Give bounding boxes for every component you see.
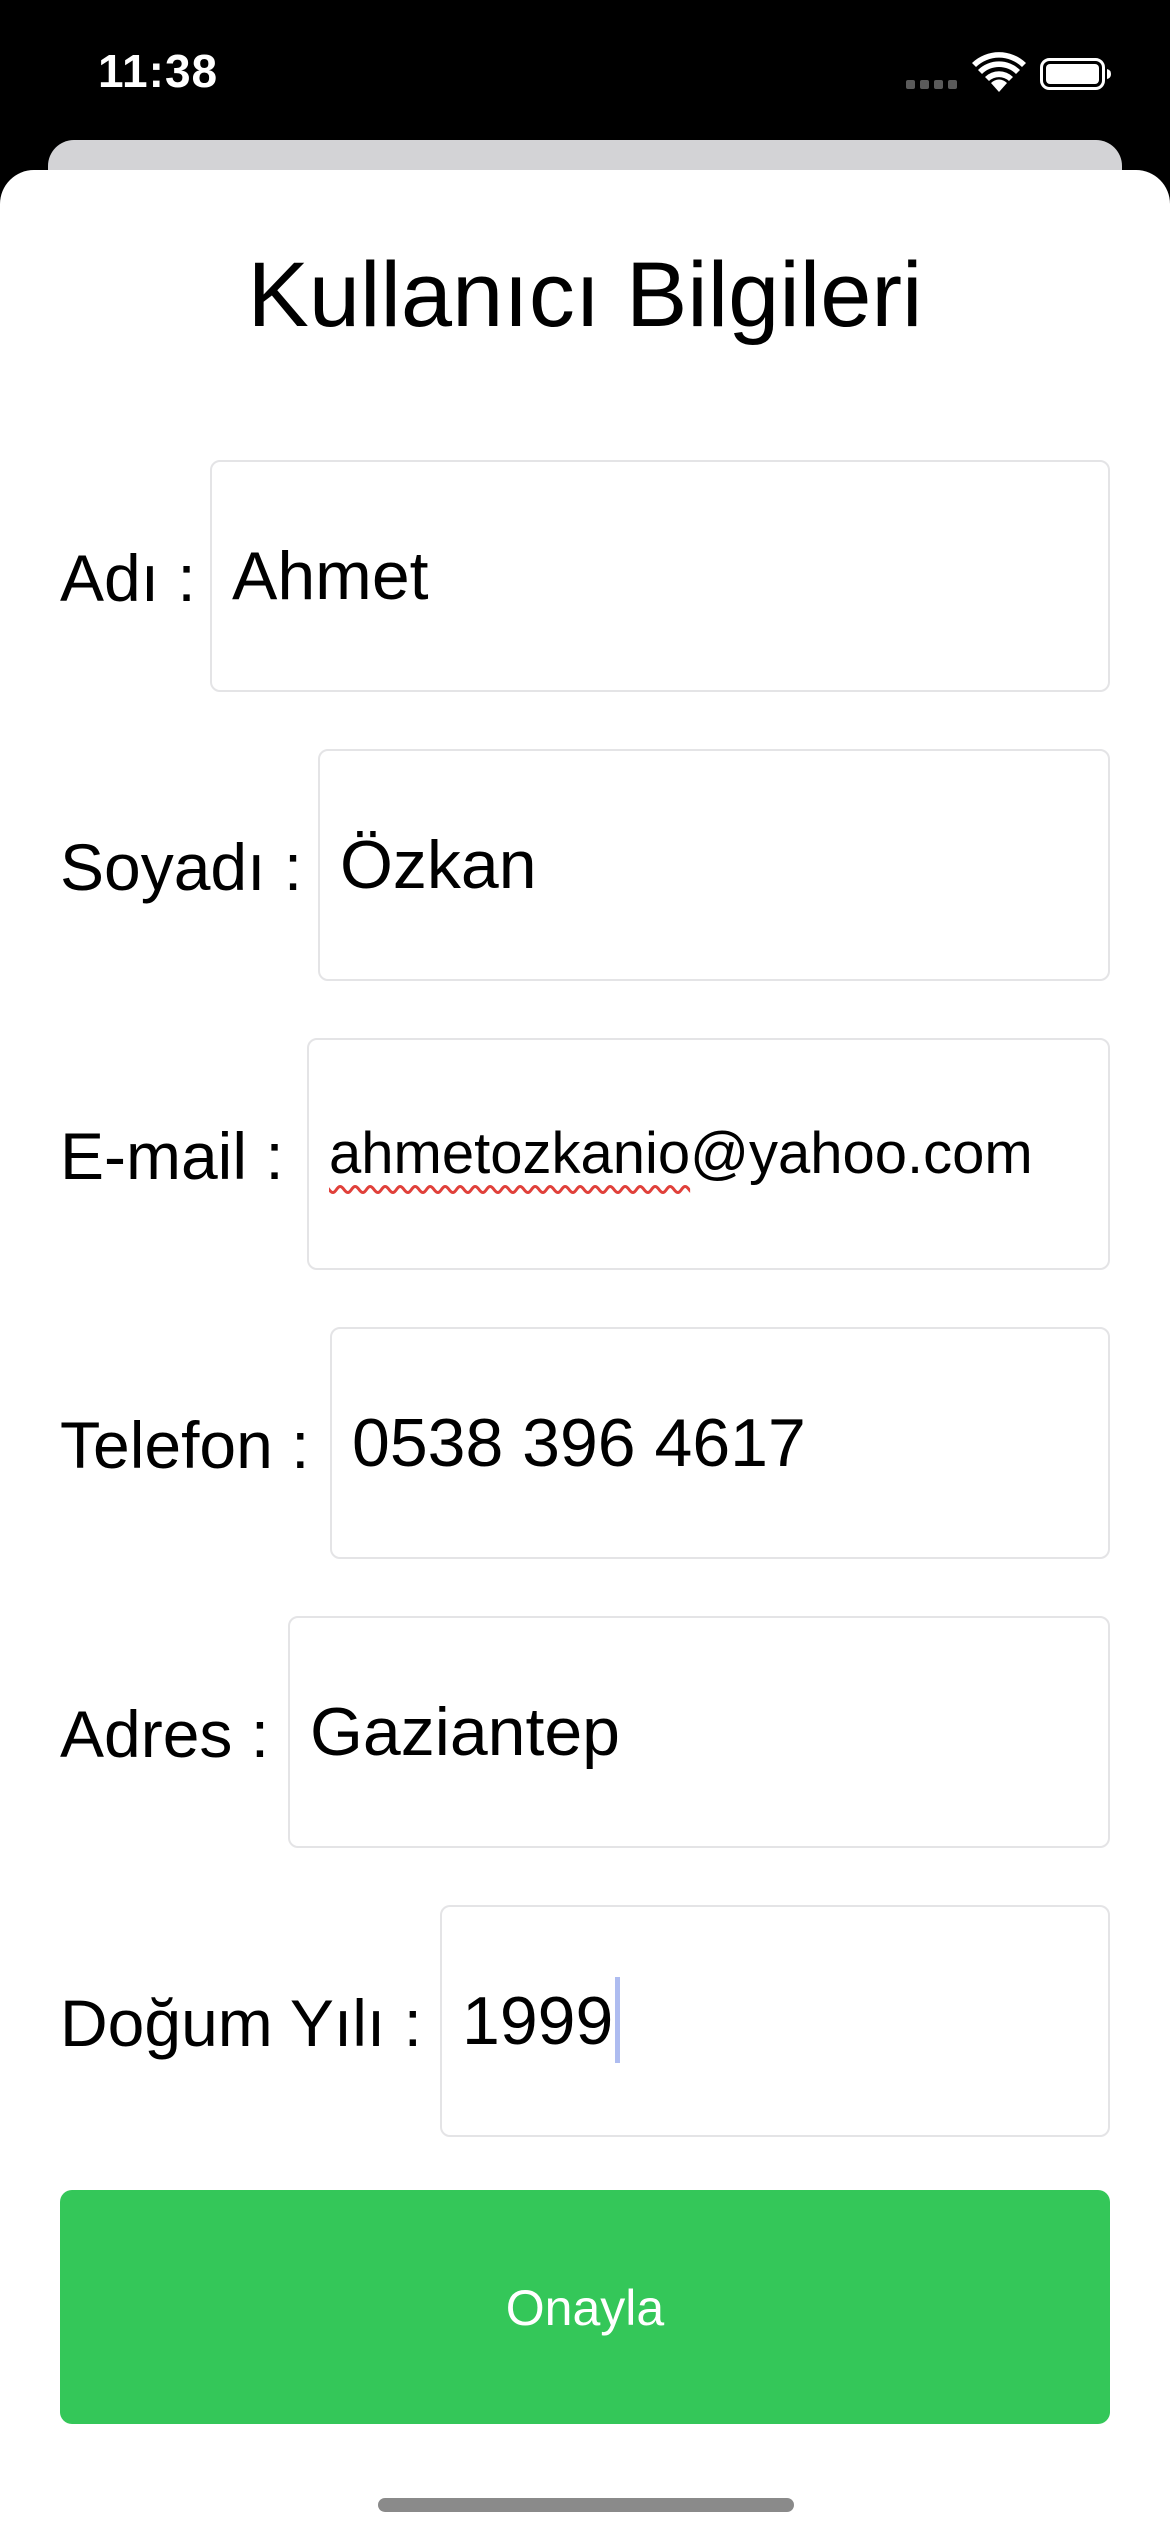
phone-label: Telefon :	[60, 1408, 310, 1482]
spellcheck-underlined-text: ahmetozkanio	[329, 1121, 691, 1186]
battery-icon	[1040, 58, 1111, 90]
email-domain-text: @yahoo.com	[690, 1121, 1033, 1186]
signal-icon	[906, 80, 958, 90]
address-label: Adres :	[60, 1697, 270, 1771]
status-time: 11:38	[98, 45, 219, 97]
birth-year-value: 1999	[462, 1907, 621, 2135]
email-label: E-mail :	[60, 1119, 284, 1193]
wifi-icon	[972, 52, 1026, 92]
phone-field[interactable]: 0538 396 4617	[330, 1327, 1110, 1559]
first-name-field[interactable]: Ahmet	[210, 460, 1110, 692]
email-field[interactable]: ahmetozkanio@yahoo.com	[307, 1038, 1110, 1270]
last-name-value: Özkan	[340, 827, 537, 903]
first-name-value: Ahmet	[232, 538, 429, 614]
first-name-label: Adı :	[60, 541, 196, 615]
confirm-button[interactable]: Onayla	[60, 2190, 1110, 2424]
status-bar: 11:38	[0, 0, 1170, 150]
home-indicator[interactable]	[378, 2498, 794, 2512]
birth-year-field[interactable]: 1999	[440, 1905, 1110, 2137]
last-name-field[interactable]: Özkan	[318, 749, 1110, 981]
app-screen: 11:38 Kullanıcı Bilgileri Adı : Ahmet So…	[0, 0, 1170, 2532]
email-value: ahmetozkanio@yahoo.com	[329, 1040, 1033, 1268]
text-cursor	[615, 1977, 621, 2064]
phone-value: 0538 396 4617	[352, 1405, 806, 1481]
birth-year-label: Doğum Yılı :	[60, 1986, 422, 2060]
page-title: Kullanıcı Bilgileri	[247, 244, 923, 346]
user-info-sheet: Kullanıcı Bilgileri Adı : Ahmet Soyadı :…	[0, 170, 1170, 2532]
birth-year-text: 1999	[462, 1983, 614, 2059]
address-field[interactable]: Gaziantep	[288, 1616, 1110, 1848]
last-name-label: Soyadı :	[60, 830, 303, 904]
address-value: Gaziantep	[310, 1694, 620, 1770]
